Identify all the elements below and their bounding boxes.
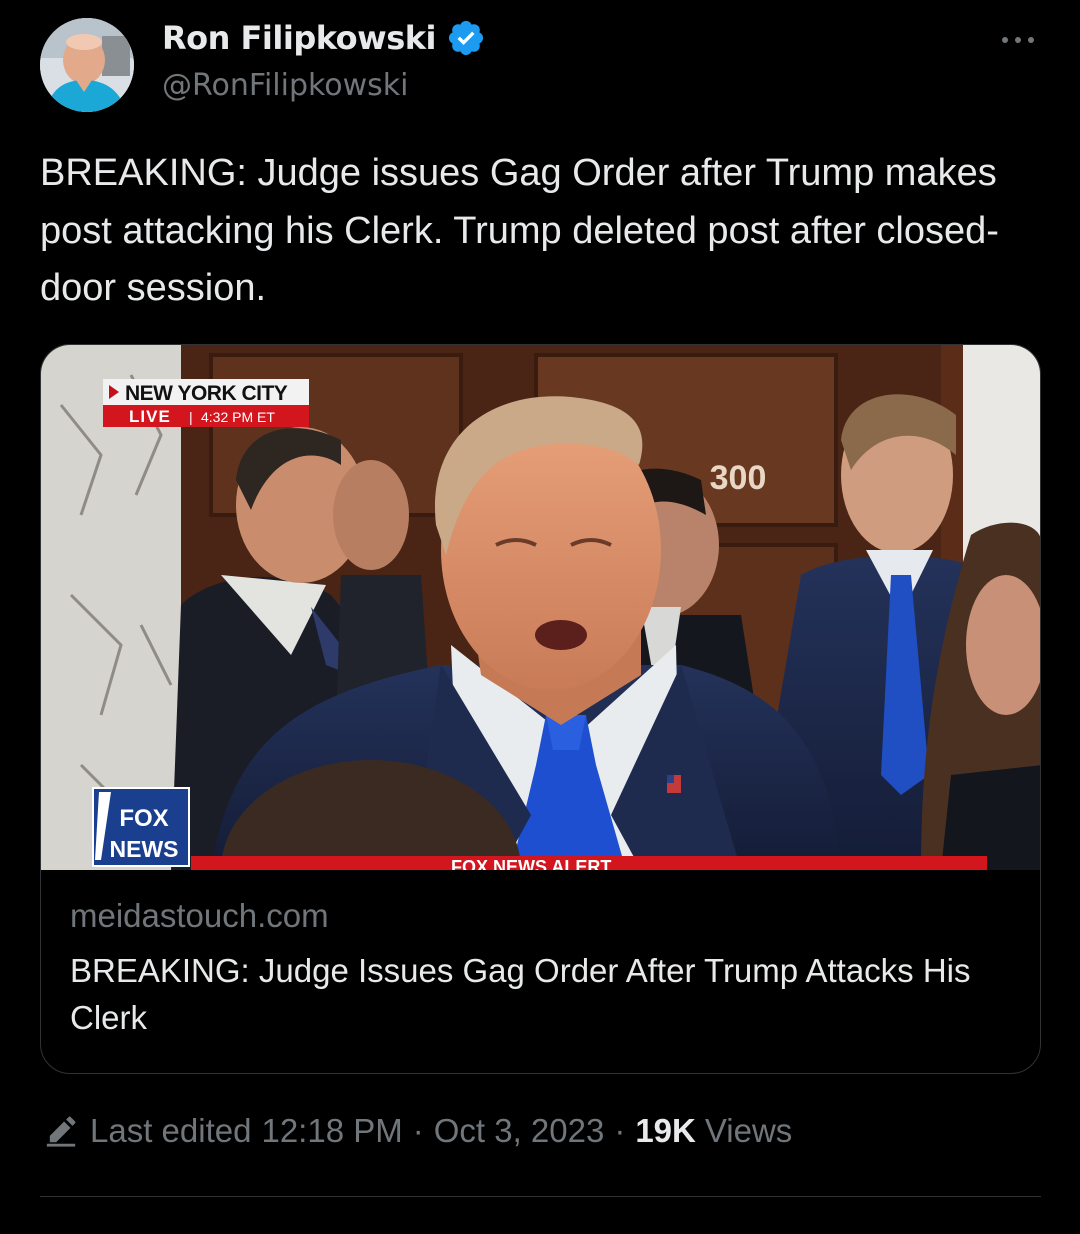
live-label: LIVE [129,407,171,426]
location-label: NEW YORK CITY [125,382,288,405]
tweet-time[interactable]: 12:18 PM [261,1112,402,1150]
link-card[interactable]: 300 NEW YORK CITY LIVE 4:32 PM ET | FOX … [40,344,1041,1074]
ticker-text: FOX NEWS ALERT [451,857,611,870]
tweet[interactable]: Ron Filipkowski @RonFilipkowski BREAKING… [0,0,1080,1234]
avatar[interactable] [40,18,134,112]
card-domain[interactable]: meidastouch.com [70,897,329,935]
edited-label[interactable]: Last edited [90,1112,251,1150]
tweet-date[interactable]: Oct 3, 2023 [434,1112,605,1150]
author-display-name[interactable]: Ron Filipkowski [162,19,436,57]
tweet-meta: Last edited 12:18 PM · Oct 3, 2023 · 19K… [44,1112,792,1150]
tweet-text: BREAKING: Judge issues Gag Order after T… [40,152,1008,309]
verified-badge-icon[interactable] [446,18,486,58]
more-options-button[interactable] [996,24,1040,56]
separator-dot: · [614,1112,626,1149]
door-number: 300 [710,459,767,497]
separator-dot: · [412,1112,424,1149]
card-image: 300 NEW YORK CITY LIVE 4:32 PM ET | FOX … [41,345,1040,870]
divider [40,1196,1041,1197]
network-logo-top: FOX [119,805,168,832]
more-dots-icon [1002,37,1034,43]
views-label: Views [704,1112,793,1149]
network-logo-bottom: NEWS [110,836,179,862]
views-count: 19K [635,1112,696,1149]
edit-pencil-icon [46,1116,76,1147]
author-handle[interactable]: @RonFilipkowski [162,68,409,103]
profile-photo-icon [40,18,134,112]
card-title[interactable]: BREAKING: Judge Issues Gag Order After T… [70,947,1010,1041]
time-label: 4:32 PM ET [201,409,275,425]
svg-text:|: | [189,409,193,425]
